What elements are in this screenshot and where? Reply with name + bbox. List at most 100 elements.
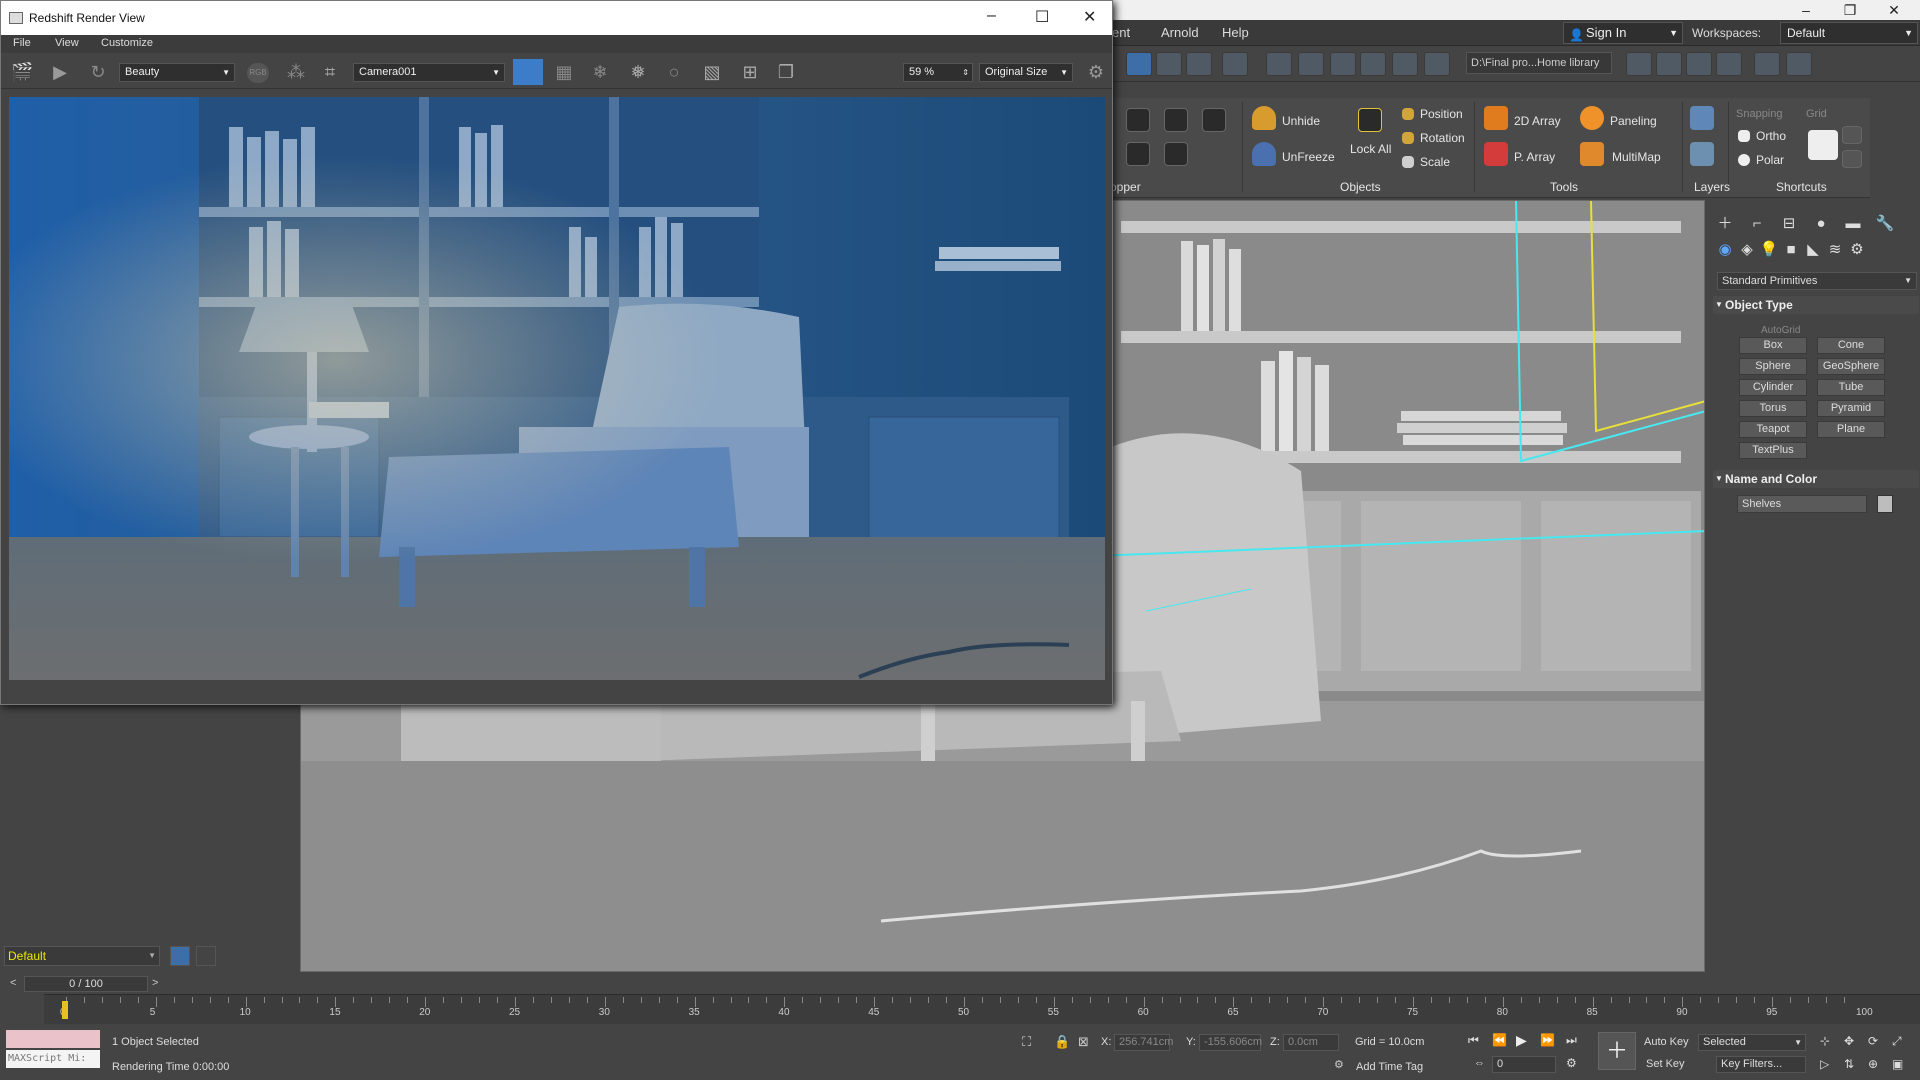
position-label[interactable]: Position	[1420, 107, 1463, 121]
menu-help[interactable]: Help	[1222, 25, 1249, 40]
maxscript-listener-area[interactable]	[6, 1030, 100, 1048]
render-menu-file[interactable]: File	[13, 37, 31, 49]
add-time-tag-button[interactable]: Add Time Tag	[1356, 1061, 1423, 1073]
crop-icon[interactable]: ⌗	[319, 61, 341, 83]
image-icon[interactable]	[1754, 52, 1780, 76]
rendered-frame-icon[interactable]	[1330, 52, 1356, 76]
render-setup-icon[interactable]	[1298, 52, 1324, 76]
isolate-selection-icon[interactable]: ⛶	[1022, 1034, 1031, 1050]
bucket-grid-icon[interactable]: ⁂	[285, 61, 307, 83]
x-coordinate-field[interactable]: 256.741cm	[1114, 1034, 1173, 1051]
helpers-icon[interactable]: ◣	[1801, 240, 1825, 260]
plane-button[interactable]: Plane	[1817, 421, 1885, 438]
prev-key-icon[interactable]: ⏪	[1492, 1033, 1507, 1047]
merge-icon[interactable]	[1716, 52, 1742, 76]
autogrid-checkbox[interactable]: AutoGrid	[1761, 325, 1800, 336]
project-folder-icon[interactable]	[1626, 52, 1652, 76]
geometry-icon[interactable]: ◉	[1713, 240, 1737, 260]
dropper-t-icon[interactable]	[1126, 108, 1150, 132]
lights-icon[interactable]: 💡	[1757, 240, 1781, 260]
auto-key-button[interactable]: Auto Key	[1644, 1036, 1689, 1048]
maxscript-mini-input[interactable]: MAXScript Mi:	[6, 1050, 100, 1068]
camera-select[interactable]: Camera001 ▼	[353, 63, 505, 82]
scale-label[interactable]: Scale	[1420, 155, 1450, 169]
paneling-label[interactable]: Paneling	[1610, 114, 1657, 128]
play-icon[interactable]: ▶	[1516, 1032, 1527, 1049]
min-max-toggle-icon[interactable]: ▣	[1892, 1057, 1903, 1071]
name-and-color-rollout[interactable]: ▼ Name and Color	[1713, 470, 1919, 488]
cylinder-button[interactable]: Cylinder	[1739, 379, 1807, 396]
pan-icon[interactable]: ✥	[1844, 1034, 1854, 1048]
multimap-label[interactable]: MultiMap	[1612, 150, 1661, 164]
torus-button[interactable]: Torus	[1739, 400, 1807, 417]
material-editor-icon[interactable]	[1266, 52, 1292, 76]
main-restore-button[interactable]: ❐	[1830, 0, 1870, 20]
render-menu-customize[interactable]: Customize	[101, 37, 153, 49]
sphere-button[interactable]: Sphere	[1739, 358, 1807, 375]
open-icon[interactable]	[1686, 52, 1712, 76]
orbit-icon[interactable]: ⟳	[1868, 1034, 1878, 1048]
unhide-icon[interactable]	[1252, 106, 1276, 130]
main-close-button[interactable]: ✕	[1874, 0, 1914, 20]
y-coordinate-field[interactable]: -155.606cm	[1199, 1034, 1262, 1051]
zoom-all-icon[interactable]: ⊕	[1868, 1057, 1878, 1071]
clapper-icon[interactable]: 🎬	[11, 61, 33, 83]
group-layers-label[interactable]: Layers	[1694, 180, 1730, 194]
key-filters-button[interactable]: Key Filters...	[1716, 1056, 1806, 1073]
array-2d-label[interactable]: 2D Array	[1514, 114, 1561, 128]
grid-overlay-icon[interactable]: ▦	[553, 61, 575, 83]
lock-selection-icon[interactable]: 🔒	[1054, 1034, 1070, 1050]
tube-button[interactable]: Tube	[1817, 379, 1885, 396]
group-tools-label[interactable]: Tools	[1550, 180, 1578, 194]
dropper-1-icon[interactable]	[1126, 142, 1150, 166]
freeze-icon[interactable]: ❅	[627, 61, 649, 83]
time-slider[interactable]: 0 / 100	[24, 976, 148, 992]
lock-all-label[interactable]: Lock All	[1350, 142, 1391, 156]
primitive-category-select[interactable]: Standard Primitives ▼	[1717, 272, 1917, 290]
dropper-m-icon[interactable]	[1164, 108, 1188, 132]
sun-settings-icon[interactable]	[1786, 52, 1812, 76]
zoom-extents-icon[interactable]: ⊹	[1820, 1034, 1830, 1048]
textplus-button[interactable]: TextPlus	[1739, 442, 1807, 459]
create-tab-icon[interactable]: ＋	[1713, 214, 1737, 234]
ortho-label[interactable]: Ortho	[1756, 129, 1786, 143]
key-mode-icon[interactable]: ⇔	[1474, 1057, 1485, 1069]
render-menu-view[interactable]: View	[55, 37, 79, 49]
copy-icon[interactable]: ❐	[775, 61, 797, 83]
toggle-ribbon-icon[interactable]	[1186, 52, 1212, 76]
key-mode-select[interactable]: Selected ▼	[1698, 1034, 1806, 1051]
time-cursor[interactable]	[62, 1001, 68, 1019]
save-icon[interactable]	[1656, 52, 1682, 76]
goto-start-icon[interactable]: ⏮	[1468, 1033, 1479, 1048]
scene-explorer-toggle-icon[interactable]	[196, 946, 216, 966]
next-frame-arrow-icon[interactable]: >	[152, 977, 158, 989]
maximize-viewport-icon[interactable]: ⤢	[1892, 1034, 1902, 1049]
walkthrough-icon[interactable]: ⇅	[1844, 1057, 1854, 1071]
lock-camera-icon[interactable]	[513, 59, 543, 85]
menu-arnold[interactable]: Arnold	[1161, 25, 1199, 40]
render-close-button[interactable]: ✕	[1083, 7, 1096, 27]
motion-tab-icon[interactable]: ●	[1809, 214, 1833, 234]
set-key-big-icon[interactable]: ＋	[1598, 1032, 1636, 1070]
layer-explorer-icon[interactable]	[1156, 52, 1182, 76]
scene-explorer-icon[interactable]	[1126, 52, 1152, 76]
utilities-tab-icon[interactable]: 🔧	[1873, 214, 1897, 234]
p-array-icon[interactable]	[1484, 142, 1508, 166]
absolute-mode-icon[interactable]: ⊠	[1078, 1034, 1089, 1050]
project-path-dropdown[interactable]: D:\Final pro...Home library	[1466, 52, 1612, 74]
render-maximize-button[interactable]: ☐	[1035, 7, 1049, 27]
group-dropper-label[interactable]: opper	[1110, 180, 1141, 194]
cameras-icon[interactable]: ■	[1779, 240, 1803, 260]
render-settings-gear-icon[interactable]: ⚙	[1085, 61, 1107, 83]
polar-label[interactable]: Polar	[1756, 153, 1784, 167]
current-frame-field[interactable]: 0	[1492, 1056, 1556, 1073]
schematic-view-icon[interactable]	[1222, 52, 1248, 76]
field-of-view-icon[interactable]: ▷	[1820, 1057, 1829, 1071]
rotation-label[interactable]: Rotation	[1420, 131, 1465, 145]
lock-all-icon[interactable]	[1358, 108, 1382, 132]
layer-dropdown[interactable]: Default ▼	[4, 946, 160, 966]
dropper-v-icon[interactable]	[1202, 108, 1226, 132]
systems-icon[interactable]: ⚙	[1845, 240, 1869, 260]
main-minimize-button[interactable]: –	[1786, 0, 1826, 20]
grid-small-a-icon[interactable]	[1842, 126, 1862, 144]
